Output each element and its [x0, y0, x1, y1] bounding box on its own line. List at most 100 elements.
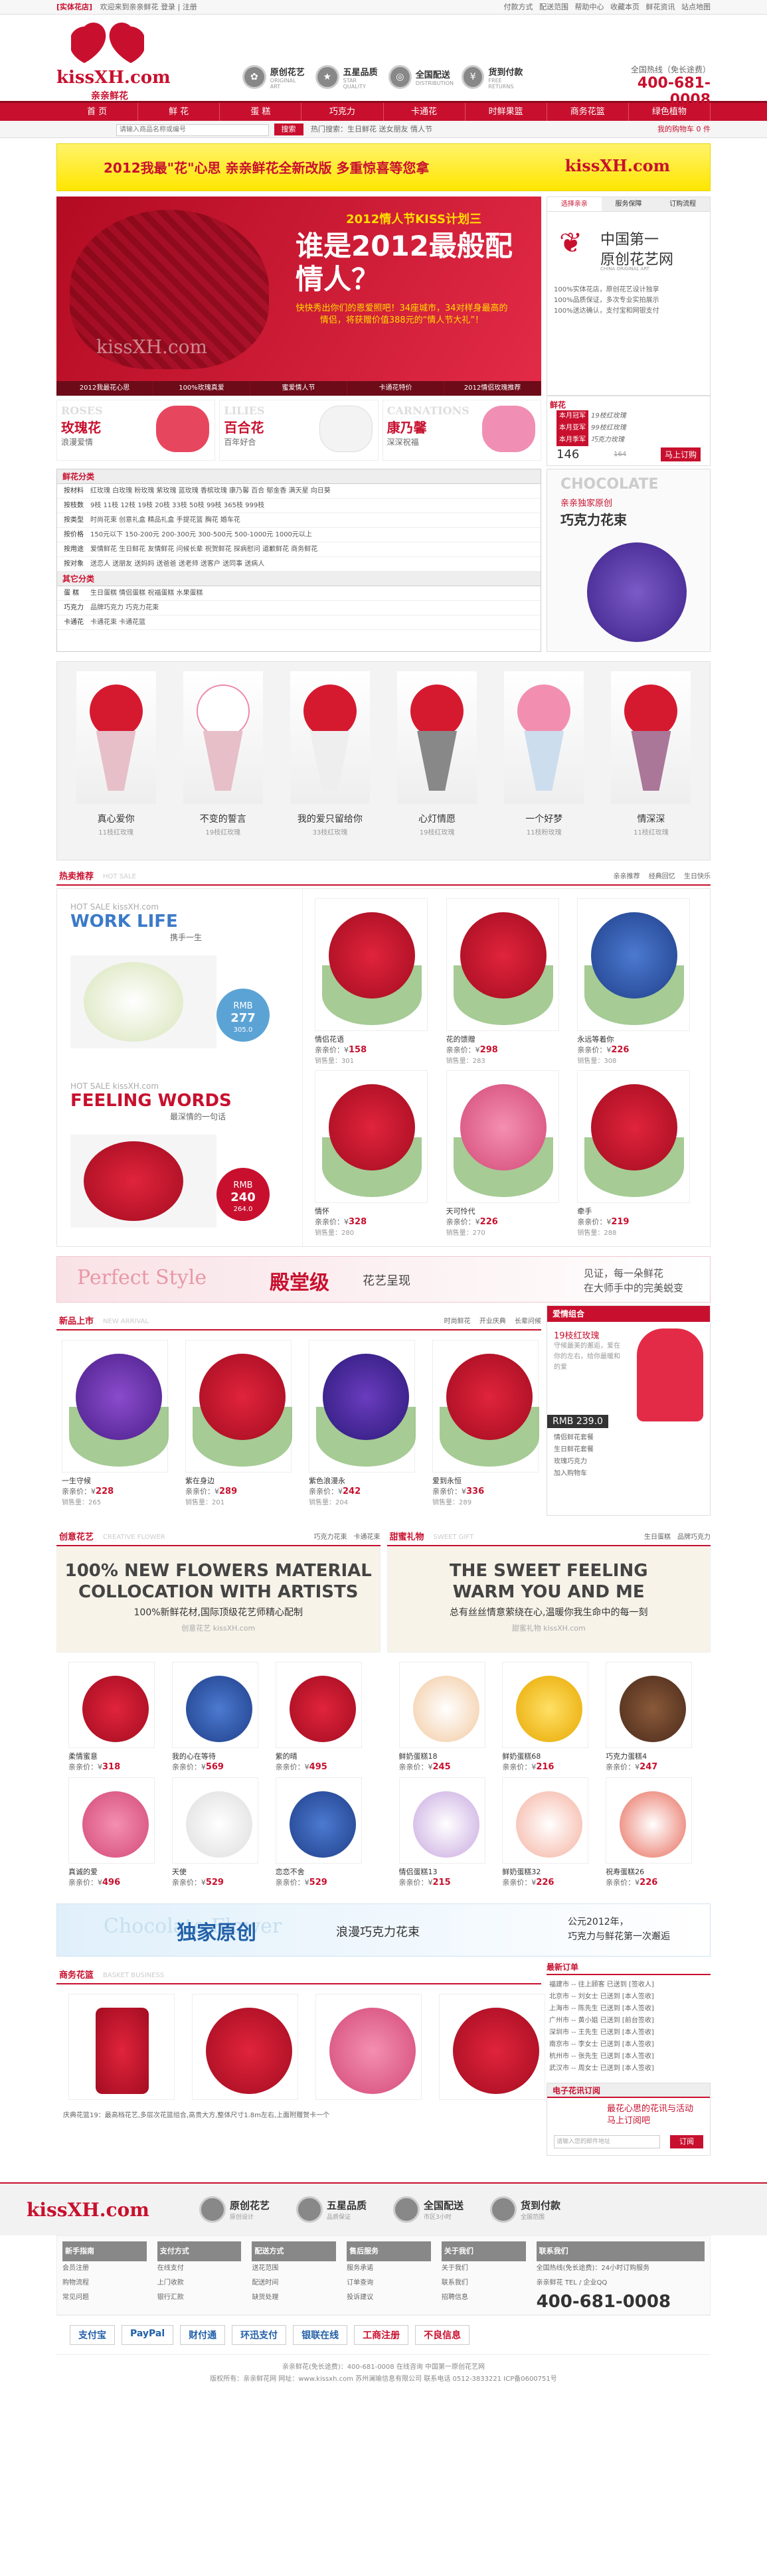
- hero-tab[interactable]: 100%玫瑰真爱: [153, 381, 250, 396]
- alipay-logo[interactable]: 支付宝: [70, 2325, 115, 2345]
- footer-link[interactable]: 配送时间: [252, 2276, 336, 2291]
- footer-link[interactable]: 服务承诺: [347, 2261, 431, 2276]
- category-carnations[interactable]: CARNATIONS 康乃馨 深深祝福: [382, 400, 541, 461]
- promo-body[interactable]: 19枝红玫瑰 守候最美的邂逅，爱在你的左右，给你最暖和的爱 RMB 239.0: [547, 1322, 710, 1428]
- product-card[interactable]: 花的馈赠 亲亲价：¥298 销售量：283: [441, 896, 572, 1068]
- promo-banner-yellow[interactable]: 2012我最"花"心思 亲亲鲜花全新改版 多重惊喜等您拿 kissXH.com: [56, 143, 711, 191]
- search-input[interactable]: [116, 123, 269, 136]
- footer-link[interactable]: 投诉建议: [347, 2291, 431, 2305]
- basket-card[interactable]: [434, 1991, 551, 2103]
- basket-card[interactable]: [310, 1991, 427, 2103]
- rank-item[interactable]: 本月季军 巧克力玫瑰: [550, 434, 707, 446]
- site-logo[interactable]: kissXH.com 亲亲鲜花: [56, 20, 171, 102]
- gallery-item[interactable]: 情深深 11枝红玫瑰: [598, 671, 705, 850]
- product-card[interactable]: 鲜奶蛋糕18 亲亲价：¥245: [394, 1659, 497, 1775]
- buy-now-button[interactable]: 马上订购: [660, 447, 701, 461]
- hero-tab[interactable]: 卡通花特价: [347, 381, 444, 396]
- nav-cake[interactable]: 蛋 糕: [220, 103, 302, 121]
- unionpay-logo[interactable]: 银联在线: [293, 2325, 348, 2345]
- section-tag[interactable]: 长辈问候: [515, 1318, 541, 1325]
- tab-choose[interactable]: 选择亲亲: [547, 197, 602, 211]
- perfect-style-banner[interactable]: Perfect Style 殿堂级 花艺呈现 见证，每一朵鲜花 在大师手中的完美…: [56, 1256, 711, 1303]
- hero-tab[interactable]: 2012情侣玫瑰推荐: [444, 381, 541, 396]
- product-card[interactable]: 紫在身边 亲亲价：¥289 销售量：201: [180, 1337, 297, 1509]
- product-card[interactable]: 我的心在等待 亲亲价：¥569: [167, 1659, 270, 1775]
- footer-link[interactable]: 会员注册: [62, 2261, 147, 2276]
- nav-home[interactable]: 首 页: [56, 103, 139, 121]
- rank-item[interactable]: 本月亚军 99枝红玫瑰: [550, 422, 707, 434]
- newsletter-email-input[interactable]: 请输入您的邮件地址: [554, 2135, 660, 2148]
- gallery-item[interactable]: 不变的誓言 19枝红玫瑰: [169, 671, 276, 850]
- product-card[interactable]: 恋恋不舍 亲亲价：¥529: [270, 1775, 374, 1890]
- promo-link[interactable]: 情侣鲜花套餐: [554, 1432, 703, 1444]
- top-link-delivery[interactable]: 配送范围: [539, 3, 568, 11]
- footer-link[interactable]: 订单查询: [347, 2276, 431, 2291]
- tab-service[interactable]: 服务保障: [602, 197, 656, 211]
- row-values[interactable]: 150元以下 150-200元 200-300元 300-500元 500-10…: [90, 528, 541, 542]
- product-card[interactable]: 牵手 亲亲价：¥219 销售量：288: [572, 1068, 703, 1240]
- footer-link[interactable]: 在线支付: [157, 2261, 242, 2276]
- section-tag[interactable]: 生日快乐: [684, 873, 711, 880]
- product-card[interactable]: 紫色浪漫永 亲亲价：¥242 销售量：204: [303, 1337, 420, 1509]
- ips-logo[interactable]: 环迅支付: [232, 2325, 287, 2345]
- hero-slider[interactable]: kissXH.com 2012情人节KISS计划三 谁是2012最般配情人？ 快…: [56, 197, 541, 396]
- product-card[interactable]: 情侣花语 亲亲价：¥158 销售量：301: [309, 896, 441, 1068]
- footer-link[interactable]: 购物流程: [62, 2276, 147, 2291]
- hot-search[interactable]: 热门搜索：生日鲜花 送女朋友 情人节: [311, 125, 432, 133]
- product-card[interactable]: 情侣蛋糕13 亲亲价：¥215: [394, 1775, 497, 1890]
- section-tag[interactable]: 开业庆典: [479, 1318, 506, 1325]
- footer-link[interactable]: 缺货处理: [252, 2291, 336, 2305]
- top-link-payment[interactable]: 付款方式: [504, 3, 533, 11]
- footer-link[interactable]: 招聘信息: [442, 2291, 526, 2305]
- promo-link[interactable]: 生日鲜花套餐: [554, 1444, 703, 1456]
- chocolate-promo[interactable]: CHOCOLATE 亲亲独家原创 巧克力花束: [547, 469, 711, 652]
- basket-card[interactable]: [187, 1991, 303, 2103]
- feature-feeling-words[interactable]: HOT SALE kissXH.com FEELING WORDS 最深情的一句…: [57, 1068, 303, 1248]
- footer-logo[interactable]: kissXH.com: [27, 2199, 199, 2221]
- category-lilies[interactable]: LILIES 百合花 百年好合: [219, 400, 379, 461]
- top-link-favorite[interactable]: 收藏本页: [610, 3, 639, 11]
- product-card[interactable]: 紫的晴 亲亲价：¥495: [270, 1659, 374, 1775]
- search-button[interactable]: 搜索: [274, 123, 303, 135]
- product-card[interactable]: 柔情蜜意 亲亲价：¥318: [63, 1659, 167, 1775]
- nav-flowers[interactable]: 鲜 花: [138, 103, 220, 121]
- section-tag[interactable]: 经典回忆: [649, 873, 675, 880]
- row-values[interactable]: 卡通花束 卡通花篮: [90, 615, 541, 629]
- hero-tab[interactable]: 2012我最花心思: [56, 381, 153, 396]
- basket-card[interactable]: [63, 1991, 180, 2103]
- product-card[interactable]: 一生守候 亲亲价：¥228 销售量：265: [56, 1337, 173, 1509]
- row-values[interactable]: 时尚花束 创意礼盒 精品礼盒 手提花篮 胸花 婚车花: [90, 513, 541, 527]
- newsletter-subscribe-button[interactable]: 订阅: [670, 2135, 703, 2148]
- cart-link[interactable]: 我的购物车 0 件: [657, 121, 711, 138]
- footer-link[interactable]: 上门收款: [157, 2276, 242, 2291]
- section-tag[interactable]: 生日蛋糕: [644, 1534, 671, 1541]
- footer-link[interactable]: 送花范围: [252, 2261, 336, 2276]
- section-tag[interactable]: 品牌巧克力: [677, 1534, 711, 1541]
- section-tag[interactable]: 卡通花束: [354, 1534, 381, 1541]
- product-card[interactable]: 情怀 亲亲价：¥328 销售量：280: [309, 1068, 441, 1240]
- gallery-item[interactable]: 心灯情愿 19枝红玫瑰: [384, 671, 491, 850]
- business-reg-logo[interactable]: 工商注册: [354, 2325, 409, 2345]
- product-card[interactable]: 真诚的爱 亲亲价：¥496: [63, 1775, 167, 1890]
- product-card[interactable]: 天可怜代 亲亲价：¥226 销售量：270: [441, 1068, 572, 1240]
- product-card[interactable]: 爱到永恒 亲亲价：¥336 销售量：289: [427, 1337, 544, 1509]
- login-link[interactable]: 登录: [161, 3, 175, 11]
- gallery-item[interactable]: 真心爱你 11枝红玫瑰: [62, 671, 169, 850]
- product-card[interactable]: 永远等着你 亲亲价：¥226 销售量：308: [572, 896, 703, 1068]
- top-link-sitemap[interactable]: 站点地图: [681, 3, 711, 11]
- chocolate-flower-banner[interactable]: Chocolate Flower 独家原创 浪漫巧克力花束 公元2012年， 巧…: [56, 1903, 711, 1957]
- gallery-item[interactable]: 一个好梦 11枝粉玫瑰: [491, 671, 598, 850]
- gallery-item[interactable]: 我的爱只留给你 33枝红玫瑰: [276, 671, 383, 850]
- report-logo[interactable]: 不良信息: [415, 2325, 470, 2345]
- category-roses[interactable]: ROSES 玫瑰花 浪漫爱情: [56, 400, 216, 461]
- product-card[interactable]: 鲜奶蛋糕32 亲亲价：¥226: [497, 1775, 600, 1890]
- section-tag[interactable]: 巧克力花束: [314, 1534, 347, 1541]
- section-tag[interactable]: 亲亲推荐: [614, 873, 640, 880]
- product-card[interactable]: 祝寿蛋糕26 亲亲价：¥226: [600, 1775, 704, 1890]
- rank-item[interactable]: 本月冠军 19枝红玫瑰: [550, 410, 707, 422]
- top-link-help[interactable]: 帮助中心: [575, 3, 604, 11]
- row-values[interactable]: 品牌巧克力 巧克力花束: [90, 601, 541, 615]
- row-values[interactable]: 生日蛋糕 情侣蛋糕 祝福蛋糕 水果蛋糕: [90, 586, 541, 600]
- product-card[interactable]: 天使 亲亲价：¥529: [167, 1775, 270, 1890]
- row-values[interactable]: 爱情鲜花 生日鲜花 友情鲜花 问候长辈 祝贺鲜花 探病慰问 道歉鲜花 商务鲜花: [90, 542, 541, 556]
